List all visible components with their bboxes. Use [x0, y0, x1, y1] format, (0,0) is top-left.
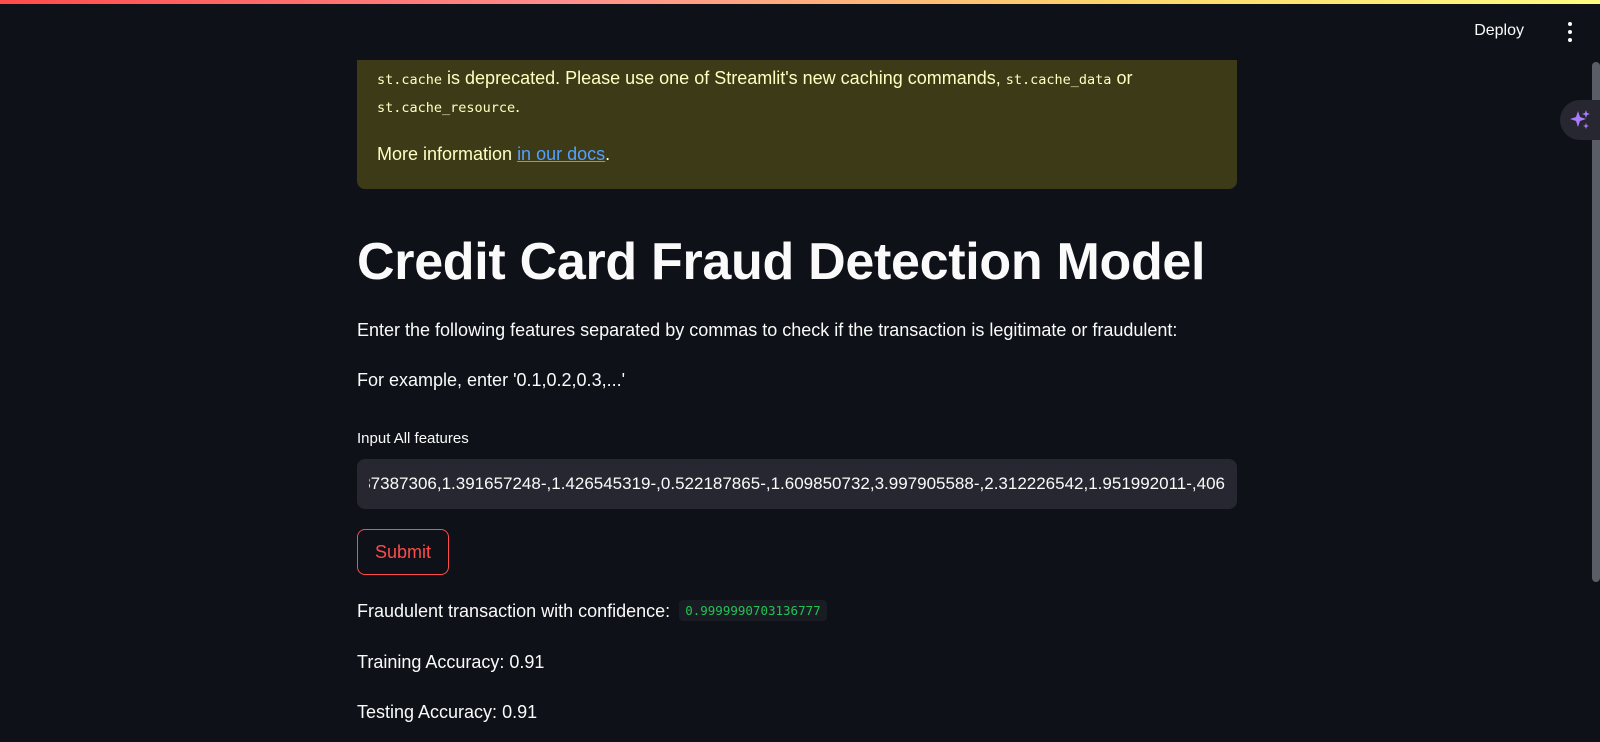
code-st-cache-data: st.cache_data — [1005, 72, 1112, 88]
more-info-text: More information — [377, 144, 518, 164]
page-title: Credit Card Fraud Detection Model — [357, 233, 1206, 291]
features-input[interactable] — [357, 459, 1237, 509]
features-input-wrapper — [357, 459, 1237, 509]
input-label: Input All features — [357, 430, 469, 447]
warning-text-line2: st.cache_resource. — [377, 94, 520, 120]
warning-period: . — [515, 96, 521, 116]
training-accuracy: Training Accuracy: 0.91 — [357, 652, 545, 672]
code-st-cache-resource: st.cache_resource — [377, 100, 516, 116]
docs-link[interactable]: in our docs — [517, 144, 605, 164]
more-info-period: . — [605, 144, 611, 164]
warning-or-text: or — [1111, 68, 1133, 88]
deprecation-warning: st.cache is deprecated. Please use one o… — [357, 60, 1237, 189]
warning-more-info: More information in our docs. — [377, 142, 610, 166]
scrollbar[interactable] — [1592, 62, 1600, 582]
result-line: Fraudulent transaction with confidence: … — [357, 600, 827, 622]
app-header: Deploy — [0, 4, 1600, 60]
confidence-value: 0.9999990703136777 — [679, 600, 827, 621]
example-text: For example, enter '0.1,0.2,0.3,...' — [357, 370, 626, 390]
sparkle-icon[interactable] — [1560, 100, 1600, 140]
result-prefix: Fraudulent transaction with confidence: — [357, 601, 671, 621]
kebab-menu-icon[interactable] — [1556, 18, 1584, 46]
submit-button[interactable]: Submit — [357, 529, 449, 575]
instructions-text: Enter the following features separated b… — [357, 320, 1178, 340]
testing-accuracy: Testing Accuracy: 0.91 — [357, 702, 538, 722]
warning-deprecated-text: is deprecated. Please use one of Streaml… — [442, 68, 1006, 88]
warning-text: st.cache is deprecated. Please use one o… — [377, 66, 1132, 92]
deploy-button[interactable]: Deploy — [1474, 22, 1524, 40]
code-st-cache: st.cache — [377, 72, 443, 88]
